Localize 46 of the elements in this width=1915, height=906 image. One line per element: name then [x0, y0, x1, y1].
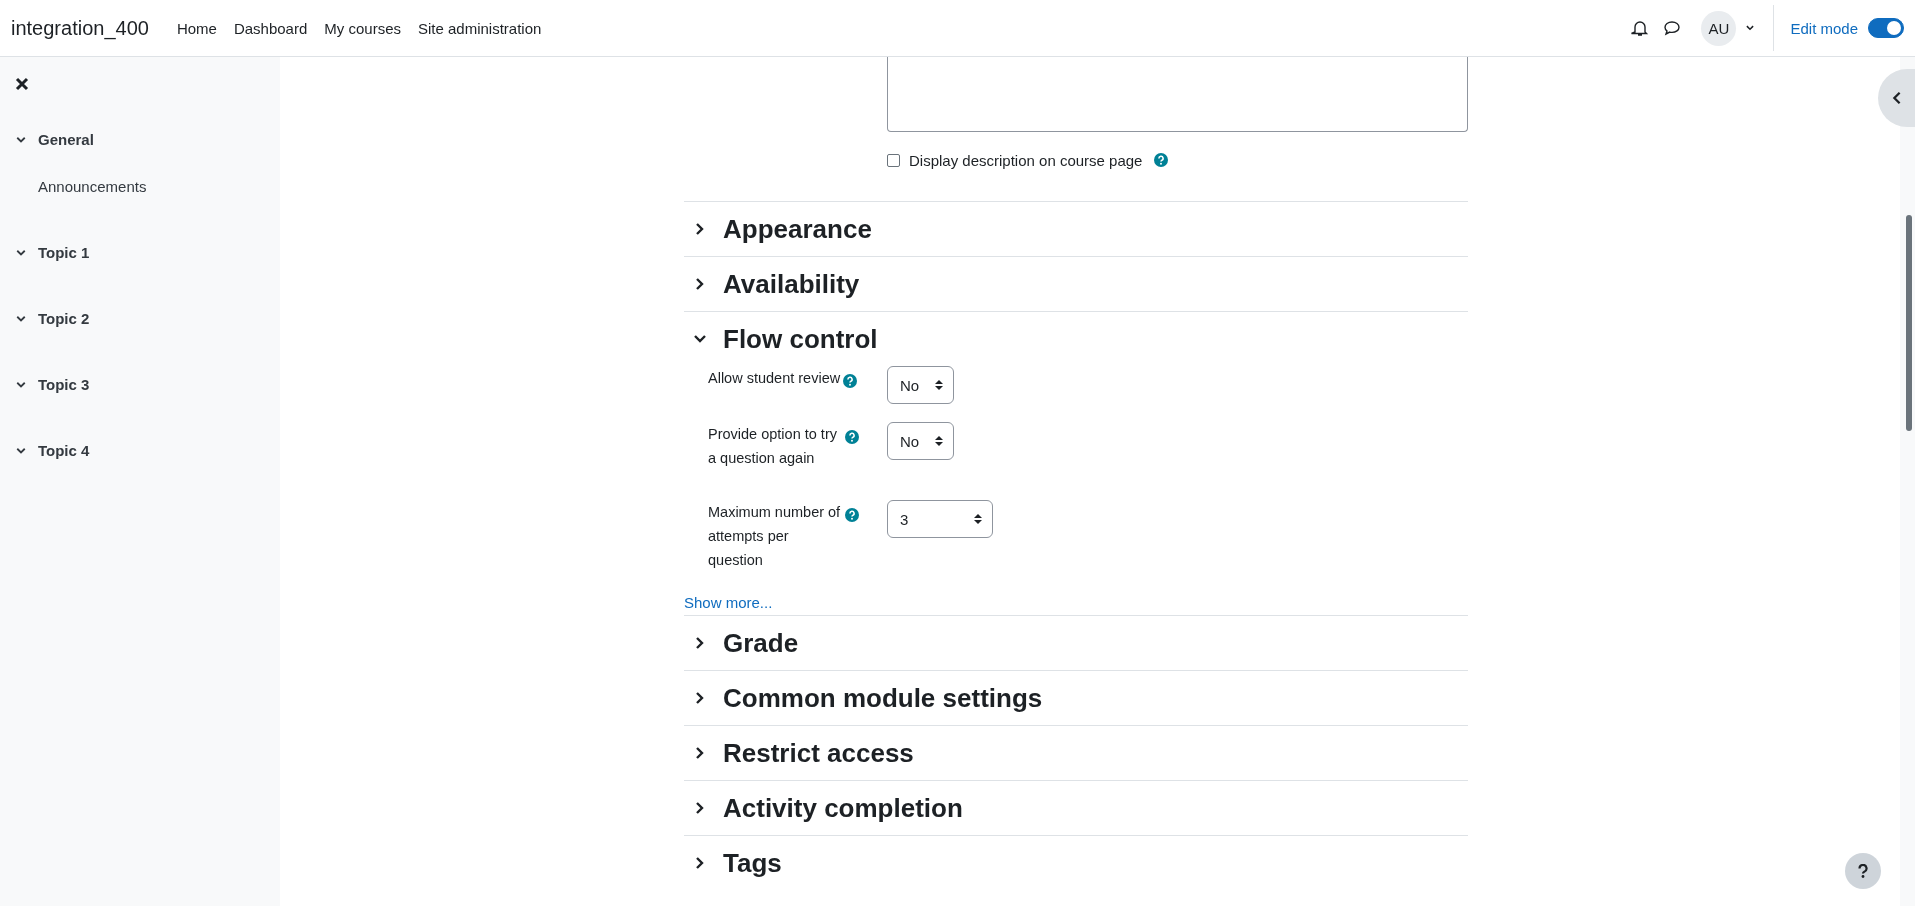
bell-icon[interactable] [1631, 19, 1650, 37]
section-header[interactable]: Appearance [684, 202, 1468, 256]
nav-link[interactable]: Dashboard [233, 15, 308, 41]
section-header[interactable]: Flow control [684, 312, 1468, 366]
question-mark-icon [1857, 864, 1869, 878]
field-label: Maximum number of attempts per question [708, 503, 842, 570]
scrollbar-thumb[interactable] [1906, 215, 1912, 431]
help-icon[interactable] [845, 508, 859, 522]
section-link[interactable]: Topic 3 [0, 372, 280, 397]
sort-arrows-icon [935, 435, 943, 447]
select-field[interactable]: No [887, 366, 954, 404]
section-header[interactable]: Tags [684, 836, 1468, 890]
checkbox-label: Display description on course page [909, 151, 1143, 169]
sort-arrows-icon [974, 513, 982, 525]
nav-link[interactable]: Site administration [418, 15, 542, 41]
close-icon[interactable] [15, 77, 29, 91]
section-link[interactable]: Topic 4 [0, 438, 280, 463]
section-link[interactable]: Topic 1 [0, 240, 280, 265]
site-name[interactable]: integration_400 [11, 16, 149, 40]
nav-link[interactable]: Home [176, 15, 217, 41]
sort-arrows-icon [935, 379, 943, 391]
caret-icon[interactable] [1745, 23, 1756, 33]
edit-mode-label: Edit mode [1790, 19, 1858, 37]
select-field[interactable]: 3 [887, 500, 993, 538]
chat-icon[interactable] [1663, 19, 1682, 37]
section-link[interactable]: General [0, 127, 280, 152]
section-header[interactable]: Activity completion [684, 781, 1468, 835]
show-more-link[interactable]: Show more... [684, 594, 773, 611]
user-avatar[interactable]: AU [1701, 10, 1737, 46]
section-header[interactable]: Availability [684, 257, 1468, 311]
drawer-toggle-button[interactable] [1878, 69, 1915, 127]
section-header[interactable]: Common module settings [684, 671, 1468, 725]
activity-link[interactable]: Announcements [0, 152, 280, 199]
help-button[interactable] [1845, 853, 1881, 889]
edit-mode-toggle[interactable] [1868, 18, 1904, 38]
nav-link[interactable]: My courses [324, 15, 401, 41]
select-field[interactable]: No [887, 422, 954, 460]
section-header[interactable]: Restrict access [684, 726, 1468, 780]
help-icon[interactable] [845, 430, 859, 444]
section-link[interactable]: Topic 2 [0, 306, 280, 331]
help-icon[interactable] [1154, 153, 1169, 167]
checkbox[interactable] [887, 153, 900, 167]
field-label: Allow student review [708, 369, 841, 388]
field-label: Provide option to try a question again [708, 425, 838, 468]
help-icon[interactable] [843, 374, 858, 388]
section-header[interactable]: Grade [684, 616, 1468, 670]
